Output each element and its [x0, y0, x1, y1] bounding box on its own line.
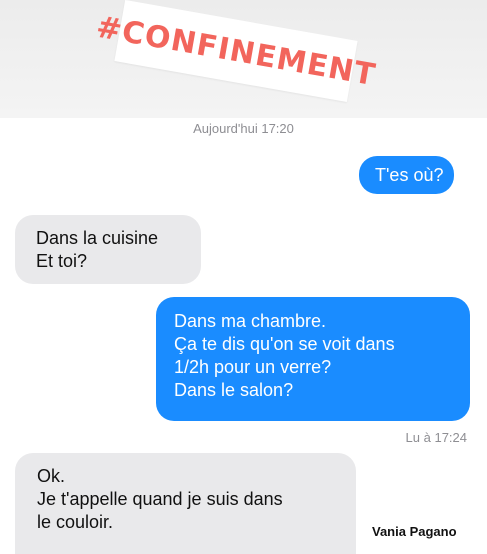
message-bubble-outgoing[interactable]: T'es où? — [359, 156, 454, 194]
message-text: 1/2h pour un verre? — [174, 357, 332, 377]
message-text: Ok. — [37, 466, 66, 486]
hashtag-sticker: #CONFINEMENT — [94, 0, 378, 103]
message-text: Je t'appelle quand je suis dans — [37, 489, 283, 509]
message-text: Dans le salon? — [174, 380, 294, 400]
message-bubble-outgoing[interactable]: Dans ma chambre. Ça te dis qu'on se voit… — [156, 297, 470, 421]
message-bubble-incoming[interactable]: Dans la cuisine Et toi? — [15, 215, 201, 284]
message-text: le couloir. — [37, 512, 114, 532]
message-text: Dans la cuisine — [36, 228, 159, 248]
message-text: Et toi? — [36, 251, 88, 271]
message-text: T'es où? — [375, 165, 444, 185]
message-text: Ça te dis qu'on se voit dans — [174, 334, 395, 354]
conversation-timestamp: Aujourd'hui 17:20 — [193, 121, 294, 136]
read-receipt: Lu à 17:24 — [405, 430, 467, 445]
message-bubble-incoming[interactable]: Ok. Je t'appelle quand je suis dans le c… — [15, 453, 356, 554]
header-banner: #CONFINEMENT — [0, 0, 487, 118]
author-credit: Vania Pagano — [372, 524, 457, 539]
message-text: Dans ma chambre. — [174, 311, 327, 331]
hashtag-text: #CONFINEMENT — [93, 9, 379, 93]
